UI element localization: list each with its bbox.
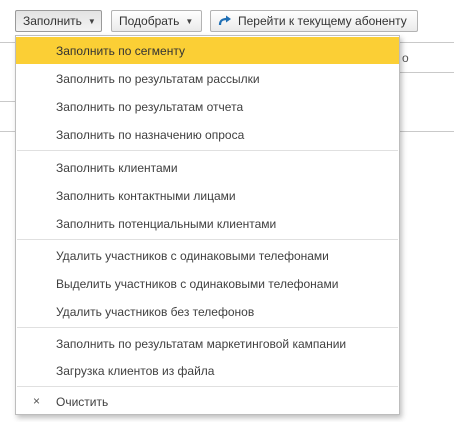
menu-item-fill-with-contacts[interactable]: Заполнить контактными лицами (16, 182, 399, 209)
menu-separator (17, 327, 398, 328)
menu-item-label: Заполнить потенциальными клиентами (56, 216, 277, 231)
menu-item-label: Загрузка клиентов из файла (56, 363, 215, 378)
menu-item-remove-duplicate-phones[interactable]: Удалить участников с одинаковыми телефон… (16, 242, 399, 269)
form-divider (400, 131, 454, 132)
menu-item-label: Удалить участников без телефонов (56, 304, 255, 319)
column-header-partial: о (402, 51, 409, 65)
form-divider (0, 131, 15, 132)
menu-item-label: Заполнить по результатам отчета (56, 99, 244, 114)
fill-button-label: Заполнить (23, 14, 82, 28)
menu-item-clear[interactable]: × Очистить (16, 388, 399, 415)
menu-item-import-clients-from-file[interactable]: Загрузка клиентов из файла (16, 357, 399, 384)
pick-button-label: Подобрать (119, 14, 180, 28)
menu-item-fill-by-survey-assignment[interactable]: Заполнить по назначению опроса (16, 121, 399, 148)
menu-item-label: Заполнить клиентами (56, 160, 178, 175)
menu-separator (17, 150, 398, 151)
pick-button[interactable]: Подобрать ▼ (111, 10, 202, 32)
menu-item-fill-by-segment[interactable]: Заполнить по сегменту (16, 37, 399, 64)
arrow-right-icon (218, 15, 232, 27)
menu-item-fill-by-report-results[interactable]: Заполнить по результатам отчета (16, 93, 399, 120)
menu-item-label: Заполнить по результатам маркетинговой к… (56, 336, 347, 351)
chevron-down-icon: ▼ (87, 16, 96, 26)
menu-item-label: Заполнить по назначению опроса (56, 127, 245, 142)
menu-item-label: Заполнить по результатам рассылки (56, 71, 260, 86)
form-divider (0, 101, 15, 102)
menu-separator (17, 386, 398, 387)
menu-item-label: Удалить участников с одинаковыми телефон… (56, 248, 329, 263)
menu-item-label: Заполнить контактными лицами (56, 188, 236, 203)
menu-item-label: Очистить (56, 394, 109, 409)
menu-item-label: Выделить участников с одинаковыми телефо… (56, 276, 339, 291)
menu-item-fill-by-mailing-results[interactable]: Заполнить по результатам рассылки (16, 65, 399, 92)
menu-separator (17, 239, 398, 240)
goto-current-subscriber-button[interactable]: Перейти к текущему абоненту (210, 10, 418, 32)
close-icon: × (33, 394, 41, 408)
menu-item-remove-without-phones[interactable]: Удалить участников без телефонов (16, 298, 399, 325)
menu-item-select-duplicate-phones[interactable]: Выделить участников с одинаковыми телефо… (16, 270, 399, 297)
fill-button[interactable]: Заполнить ▼ (15, 10, 102, 32)
fill-dropdown-menu: Заполнить по сегменту Заполнить по резул… (15, 35, 400, 415)
menu-item-fill-by-campaign-results[interactable]: Заполнить по результатам маркетинговой к… (16, 330, 399, 357)
form-divider (400, 72, 454, 73)
goto-current-subscriber-label: Перейти к текущему абоненту (238, 14, 407, 28)
menu-item-label: Заполнить по сегменту (56, 43, 185, 58)
menu-item-fill-with-prospects[interactable]: Заполнить потенциальными клиентами (16, 210, 399, 237)
menu-item-fill-with-clients[interactable]: Заполнить клиентами (16, 154, 399, 181)
chevron-down-icon: ▼ (185, 16, 194, 26)
